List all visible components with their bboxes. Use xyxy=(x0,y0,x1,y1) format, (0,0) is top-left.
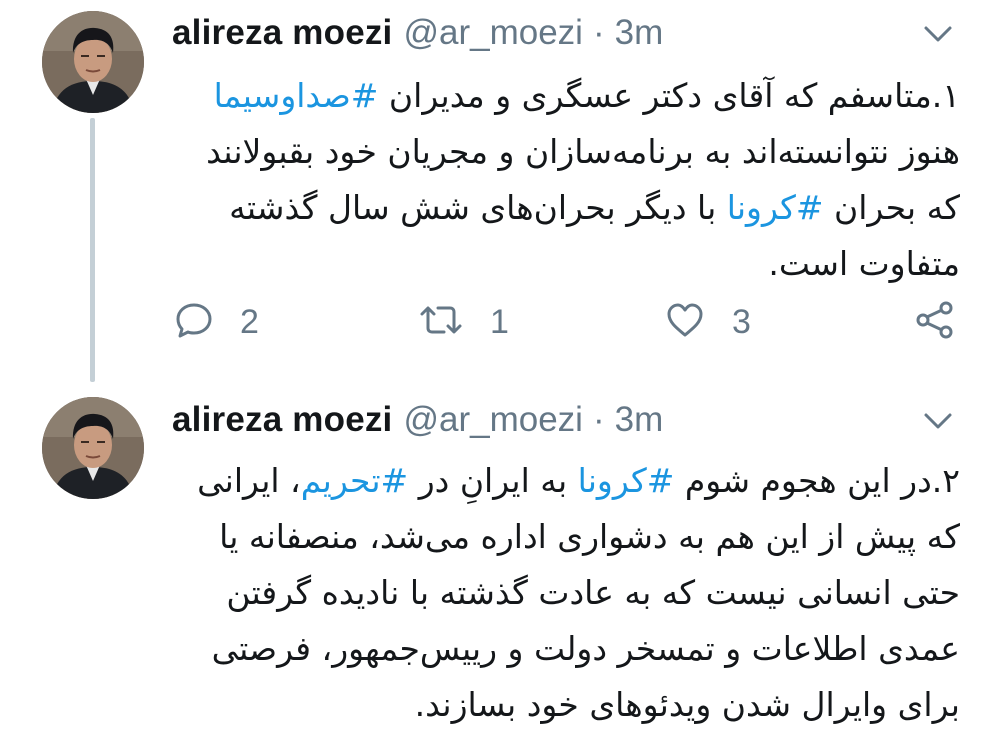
text-segment: به ایرانِ در xyxy=(408,461,578,500)
reply-count: 2 xyxy=(240,302,259,341)
timestamp[interactable]: 3m xyxy=(615,400,664,440)
text-segment: ۱.متاسفم که آقای دکتر عسگری و مدیران xyxy=(378,76,960,115)
hashtag-link[interactable]: #کرونا xyxy=(578,461,675,500)
separator-dot: · xyxy=(592,13,605,52)
avatar[interactable] xyxy=(42,397,144,499)
text-segment: متفاوت است. xyxy=(768,244,960,283)
hashtag-link[interactable]: #تحریم xyxy=(301,461,409,500)
like-count: 3 xyxy=(732,302,751,341)
timestamp[interactable]: 3m xyxy=(615,13,664,53)
like-button[interactable]: 3 xyxy=(664,292,751,352)
hashtag-link[interactable]: #کرونا xyxy=(727,188,824,227)
reply-button[interactable]: 2 xyxy=(174,292,259,352)
text-segment: برای وایرال شدن ویدئوهای خود بسازند. xyxy=(414,685,960,724)
text-segment: ۲.در این هجوم شوم xyxy=(674,461,960,500)
tweet-text-line: برای وایرال شدن ویدئوهای خود بسازند. xyxy=(172,677,960,733)
tweet-text-line: عمدی اطلاعات و تمسخر دولت و رییس‌جمهور، … xyxy=(172,621,960,677)
display-name[interactable]: alireza moezi xyxy=(172,400,392,440)
tweet-header: alireza moezi @ar_moezi · 3m xyxy=(172,400,663,444)
tweet-text: ۱.متاسفم که آقای دکتر عسگری و مدیران #صد… xyxy=(172,68,960,292)
tweet-text-line: که پیش از این هم به دشواری اداره می‌شد، … xyxy=(172,509,960,565)
text-segment: حتی انسانی نیست که به عادت گذشته با نادی… xyxy=(226,573,960,612)
share-icon xyxy=(914,299,956,345)
tweet[interactable]: alireza moezi @ar_moezi · 3m ۱.متاسفم که… xyxy=(0,0,1000,385)
tweet-text-line: که بحران #کرونا با دیگر بحران‌های شش سال… xyxy=(172,180,960,236)
display-name[interactable]: alireza moezi xyxy=(172,13,392,53)
tweet-text: ۲.در این هجوم شوم #کرونا به ایرانِ در #ت… xyxy=(172,453,960,733)
text-segment: عمدی اطلاعات و تمسخر دولت و رییس‌جمهور، … xyxy=(211,629,960,668)
text-segment: که بحران xyxy=(823,188,960,227)
tweet-text-line: ۲.در این هجوم شوم #کرونا به ایرانِ در #ت… xyxy=(172,453,960,509)
tweet-actions: 2 1 3 xyxy=(0,292,1000,352)
avatar[interactable] xyxy=(42,11,144,113)
user-handle[interactable]: @ar_moezi xyxy=(403,13,582,53)
text-segment: که پیش از این هم به دشواری اداره می‌شد، … xyxy=(219,517,960,556)
tweet-text-line: ۱.متاسفم که آقای دکتر عسگری و مدیران #صد… xyxy=(172,68,960,124)
chevron-down-icon[interactable] xyxy=(920,16,956,52)
hashtag-link[interactable]: #صداوسیما xyxy=(214,76,379,115)
retweet-count: 1 xyxy=(490,302,509,341)
retweet-button[interactable]: 1 xyxy=(418,292,509,352)
chevron-down-icon[interactable] xyxy=(920,403,956,439)
text-segment: با دیگر بحران‌های شش سال گذشته xyxy=(229,188,727,227)
heart-icon xyxy=(664,300,706,344)
tweet[interactable]: alireza moezi @ar_moezi · 3m ۲.در این هج… xyxy=(0,385,1000,736)
reply-icon xyxy=(174,300,214,344)
tweet-header: alireza moezi @ar_moezi · 3m xyxy=(172,13,663,57)
retweet-icon xyxy=(418,300,464,344)
tweet-text-line: حتی انسانی نیست که به عادت گذشته با نادی… xyxy=(172,565,960,621)
tweet-text-line: متفاوت است. xyxy=(172,236,960,292)
share-button[interactable] xyxy=(914,292,956,352)
text-segment: ، ایرانی xyxy=(197,461,301,500)
separator-dot: · xyxy=(592,400,605,439)
tweet-thread: alireza moezi @ar_moezi · 3m ۱.متاسفم که… xyxy=(0,0,1000,736)
tweet-text-line: هنوز نتوانسته‌اند به برنامه‌سازان و مجری… xyxy=(172,124,960,180)
text-segment: هنوز نتوانسته‌اند به برنامه‌سازان و مجری… xyxy=(206,132,960,171)
user-handle[interactable]: @ar_moezi xyxy=(403,400,582,440)
